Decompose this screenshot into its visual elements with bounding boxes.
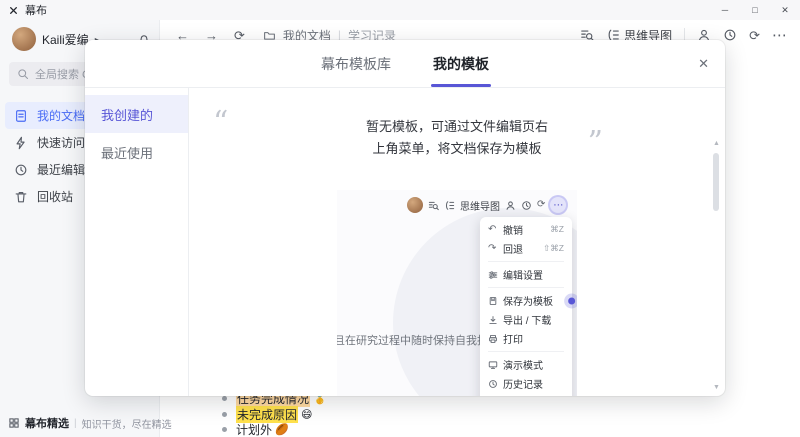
outline-search-icon bbox=[428, 200, 439, 211]
app-title: 幕布 bbox=[25, 2, 47, 18]
modal-scrollbar[interactable]: ▲ ▼ bbox=[711, 140, 722, 391]
clock-icon bbox=[14, 163, 28, 177]
window-minimize-button[interactable]: ─ bbox=[710, 0, 740, 20]
bullet-text: 未完成原因 bbox=[236, 406, 298, 423]
monitor-icon bbox=[488, 360, 498, 370]
sync-button[interactable]: ⟳ bbox=[749, 29, 760, 42]
sidebar-item-label: 我的文档 bbox=[37, 107, 85, 124]
footer-separator: | bbox=[74, 418, 77, 429]
empty-state-text: 暂无模板，可通过文件编辑页右 上角菜单，将文档保存为模板 bbox=[189, 116, 725, 160]
menu-label: 保存为模板 bbox=[503, 293, 553, 308]
list-item: 未完成原因 😄 bbox=[222, 407, 327, 423]
share-icon bbox=[505, 200, 516, 211]
undo-icon: ↶ bbox=[488, 225, 498, 235]
document-outline: 任务完成情况 🥇 未完成原因 😄 计划外 🏉 bbox=[222, 391, 327, 437]
scrollbar-thumb[interactable] bbox=[713, 153, 719, 211]
more-icon-highlighted: ⋯ bbox=[550, 197, 566, 213]
avatar[interactable] bbox=[12, 27, 36, 51]
side-tab-created-by-me[interactable]: 我创建的 bbox=[85, 95, 188, 133]
window-close-button[interactable]: ✕ bbox=[770, 0, 800, 20]
download-icon bbox=[488, 315, 498, 325]
sync-icon: ⟳ bbox=[537, 200, 545, 210]
menu-item-user-guide: 使用教程 bbox=[480, 393, 572, 396]
menu-label: 回退 bbox=[503, 241, 523, 256]
empty-line-2: 上角菜单，将文档保存为模板 bbox=[189, 138, 725, 160]
mindmap-icon bbox=[444, 200, 455, 211]
scroll-down-icon[interactable]: ▼ bbox=[711, 384, 722, 391]
bullet-icon[interactable] bbox=[222, 412, 227, 417]
grid-icon bbox=[8, 417, 20, 429]
history-clock-button[interactable] bbox=[723, 28, 737, 42]
titlebar: 幕布 ─ □ ✕ bbox=[0, 0, 800, 20]
tab-my-templates[interactable]: 我的模板 bbox=[433, 40, 489, 87]
window-maximize-button[interactable]: □ bbox=[740, 0, 770, 20]
bullet-icon[interactable] bbox=[222, 427, 227, 432]
tutorial-highlight-dot bbox=[568, 297, 575, 304]
menu-label: 编辑设置 bbox=[503, 267, 543, 282]
more-button[interactable]: ⋯ bbox=[772, 28, 787, 43]
menu-item-save-as-template: 保存为模板 bbox=[480, 291, 572, 310]
menu-divider bbox=[488, 351, 564, 352]
modal-side-nav: 我创建的 最近使用 bbox=[85, 88, 189, 396]
quote-close-icon: ” bbox=[588, 128, 603, 158]
bullet-icon[interactable] bbox=[222, 396, 227, 401]
sidebar-item-label: 回收站 bbox=[37, 188, 73, 205]
lightning-icon bbox=[14, 136, 28, 150]
mubu-picks-link[interactable]: 幕布精选 | 知识干货，尽在精选 bbox=[8, 415, 172, 431]
document-icon bbox=[14, 109, 28, 123]
footer-tagline: 知识干货，尽在精选 bbox=[82, 416, 172, 431]
templates-modal: 幕布模板库 我的模板 ✕ 我创建的 最近使用 “ 暂无模板，可通过文件编辑页右 … bbox=[85, 40, 725, 396]
menu-item-redo: ↷ 回退 ⇧⌘Z bbox=[480, 239, 572, 258]
bullet-emoji: 🏉 bbox=[275, 423, 289, 436]
scroll-up-icon[interactable]: ▲ bbox=[711, 140, 722, 147]
list-item: 计划外 🏉 bbox=[222, 422, 327, 437]
history-icon bbox=[488, 379, 498, 389]
tutorial-dropdown-menu: ↶ 撤销 ⌘Z ↷ 回退 ⇧⌘Z 编辑设置 bbox=[480, 217, 572, 396]
search-icon bbox=[17, 68, 29, 80]
clipped-document-text: 且在研究过程中随时保持自我批 bbox=[337, 332, 488, 348]
menu-item-print: 打印 bbox=[480, 329, 572, 348]
username: Kaili爱编 bbox=[42, 31, 89, 48]
menu-label: 打印 bbox=[503, 331, 523, 346]
trash-icon bbox=[14, 190, 28, 204]
menu-divider bbox=[488, 261, 564, 262]
modal-header: 幕布模板库 我的模板 ✕ bbox=[85, 40, 725, 88]
menu-divider bbox=[488, 287, 564, 288]
sidebar-item-label: 最近编辑 bbox=[37, 161, 85, 178]
redo-icon: ↷ bbox=[488, 244, 498, 254]
menu-item-version-history: 历史记录 bbox=[480, 374, 572, 393]
clock-icon bbox=[521, 200, 532, 211]
menu-label: 历史记录 bbox=[503, 376, 543, 391]
menu-shortcut: ⇧⌘Z bbox=[543, 243, 564, 254]
empty-line-1: 暂无模板，可通过文件编辑页右 bbox=[189, 116, 725, 138]
menu-label: 演示模式 bbox=[503, 357, 543, 372]
menu-label: 导出 / 下载 bbox=[503, 312, 551, 327]
footer-brand: 幕布精选 bbox=[25, 415, 69, 431]
modal-content: “ 暂无模板，可通过文件编辑页右 上角菜单，将文档保存为模板 ” 且在研究过程中… bbox=[189, 88, 725, 396]
modal-body: 我创建的 最近使用 “ 暂无模板，可通过文件编辑页右 上角菜单，将文档保存为模板… bbox=[85, 88, 725, 396]
tutorial-illustration: 且在研究过程中随时保持自我批 思维导图 bbox=[337, 190, 577, 396]
bullet-emoji: 😄 bbox=[301, 408, 312, 421]
tutorial-toolbar: 思维导图 ⟳ ⋯ bbox=[407, 197, 573, 213]
menu-item-export-download: 导出 / 下载 bbox=[480, 310, 572, 329]
window-controls: ─ □ ✕ bbox=[710, 0, 800, 20]
menu-shortcut: ⌘Z bbox=[550, 224, 564, 235]
menu-label: 使用教程 bbox=[503, 395, 543, 396]
menu-item-presentation-mode: 演示模式 bbox=[480, 355, 572, 374]
sidebar-item-label: 快速访问 bbox=[37, 134, 85, 151]
side-tab-recently-used[interactable]: 最近使用 bbox=[85, 133, 188, 171]
bullet-text: 计划外 bbox=[236, 421, 272, 437]
tab-template-library[interactable]: 幕布模板库 bbox=[321, 40, 391, 87]
mindmap-label: 思维导图 bbox=[460, 198, 500, 213]
app-logo-icon bbox=[9, 6, 18, 15]
printer-icon bbox=[488, 334, 498, 344]
menu-label: 撤销 bbox=[503, 222, 523, 237]
menu-item-undo: ↶ 撤销 ⌘Z bbox=[480, 220, 572, 239]
modal-close-button[interactable]: ✕ bbox=[698, 40, 709, 88]
settings-icon bbox=[488, 270, 498, 280]
menu-item-edit-settings: 编辑设置 bbox=[480, 265, 572, 284]
quote-open-icon: “ bbox=[213, 108, 228, 138]
avatar bbox=[407, 197, 423, 213]
template-icon bbox=[488, 296, 498, 306]
